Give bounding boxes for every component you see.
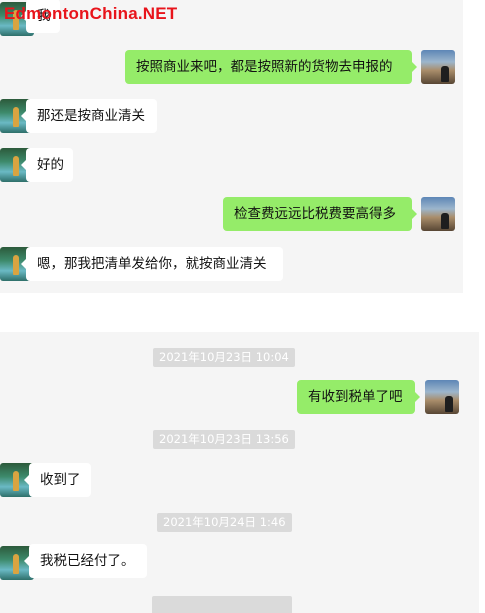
message-timestamp-partial <box>152 596 292 613</box>
message-bubble-incoming[interactable]: 那还是按商业清关 <box>21 99 157 133</box>
chat-panel-bottom[interactable]: 2021年10月23日 10:04 有收到税单了吧 2021年10月23日 13… <box>0 332 479 613</box>
self-avatar[interactable] <box>425 380 459 414</box>
message-timestamp: 2021年10月23日 10:04 <box>153 348 295 367</box>
message-bubble-incoming[interactable]: 收到了 <box>24 463 91 497</box>
message-timestamp: 2021年10月24日 1:46 <box>157 513 292 532</box>
chat-panel-top[interactable]: 我 按照商业来吧，都是按照新的货物去申报的 那还是按商业清关 好的 检查费远远比… <box>0 0 463 293</box>
site-watermark: EdmontonChina.NET <box>4 4 178 23</box>
message-bubble-incoming[interactable]: 好的 <box>21 148 73 182</box>
self-avatar[interactable] <box>421 197 455 231</box>
message-bubble-incoming[interactable]: 嗯，那我把清单发给你，就按商业清关 <box>21 247 283 281</box>
message-bubble-outgoing[interactable]: 有收到税单了吧 <box>297 380 420 414</box>
message-bubble-outgoing[interactable]: 检查费远远比税费要高得多 <box>223 197 417 231</box>
message-bubble-outgoing[interactable]: 按照商业来吧，都是按照新的货物去申报的 <box>125 50 417 84</box>
self-avatar[interactable] <box>421 50 455 84</box>
message-bubble-incoming[interactable]: 我税已经付了。 <box>24 544 147 578</box>
message-timestamp: 2021年10月23日 13:56 <box>153 430 295 449</box>
